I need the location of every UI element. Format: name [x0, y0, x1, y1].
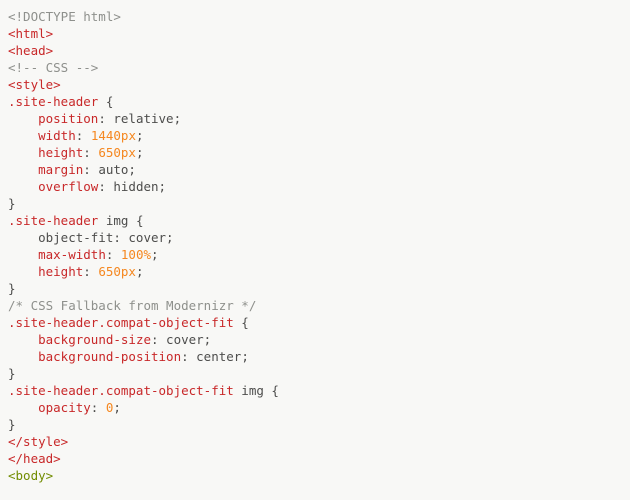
code-line: </style>: [8, 434, 68, 449]
code-line: <!-- CSS -->: [8, 60, 98, 75]
code-line: <style>: [8, 77, 61, 92]
code-token: .site-header.compat-object-fit: [8, 315, 234, 330]
code-token: </head>: [8, 451, 61, 466]
code-token: :: [83, 145, 98, 160]
code-token: <!DOCTYPE html>: [8, 9, 121, 24]
code-token: [8, 179, 38, 194]
code-token: [8, 162, 38, 177]
code-token: /* CSS Fallback from Modernizr */: [8, 298, 256, 313]
code-token: overflow: [38, 179, 98, 194]
code-line: object-fit: cover;: [8, 230, 174, 245]
code-token: img {: [98, 213, 143, 228]
code-token: .site-header: [8, 213, 98, 228]
code-token: [8, 400, 38, 415]
code-token: height: [38, 145, 83, 160]
code-token: img {: [234, 383, 279, 398]
code-line: }: [8, 417, 16, 432]
code-line: }: [8, 366, 16, 381]
code-token: [8, 128, 38, 143]
code-token: :: [91, 400, 106, 415]
code-line: .site-header img {: [8, 213, 143, 228]
code-token: height: [38, 264, 83, 279]
code-token: : relative;: [98, 111, 181, 126]
code-token: ;: [151, 247, 159, 262]
code-line: /* CSS Fallback from Modernizr */: [8, 298, 256, 313]
code-token: object-fit: cover;: [8, 230, 174, 245]
code-token: max-width: [38, 247, 106, 262]
code-token: :: [83, 264, 98, 279]
code-line: margin: auto;: [8, 162, 136, 177]
code-line: <head>: [8, 43, 53, 58]
code-token: background-position: [38, 349, 181, 364]
code-token: 650px: [98, 145, 136, 160]
code-line: </head>: [8, 451, 61, 466]
code-token: background-size: [38, 332, 151, 347]
code-line: height: 650px;: [8, 145, 144, 160]
code-line: background-size: cover;: [8, 332, 211, 347]
code-token: [8, 111, 38, 126]
code-line: max-width: 100%;: [8, 247, 159, 262]
code-token: width: [38, 128, 76, 143]
code-token: }: [8, 196, 16, 211]
code-token: opacity: [38, 400, 91, 415]
code-token: }: [8, 281, 16, 296]
code-line: height: 650px;: [8, 264, 144, 279]
code-line: <!DOCTYPE html>: [8, 9, 121, 24]
code-line: background-position: center;: [8, 349, 249, 364]
code-token: position: [38, 111, 98, 126]
code-token: : hidden;: [98, 179, 166, 194]
code-line: position: relative;: [8, 111, 181, 126]
code-token: : auto;: [83, 162, 136, 177]
code-token: {: [234, 315, 249, 330]
code-token: <head>: [8, 43, 53, 58]
code-token: </style>: [8, 434, 68, 449]
code-line: .site-header {: [8, 94, 113, 109]
code-token: 1440px: [91, 128, 136, 143]
code-line: }: [8, 196, 16, 211]
code-token: : cover;: [151, 332, 211, 347]
code-line: }: [8, 281, 16, 296]
code-token: 100%: [121, 247, 151, 262]
code-token: : center;: [181, 349, 249, 364]
code-token: ;: [136, 264, 144, 279]
code-token: [8, 349, 38, 364]
code-token: {: [98, 94, 113, 109]
code-token: .site-header.compat-object-fit: [8, 383, 234, 398]
code-token: .site-header: [8, 94, 98, 109]
code-token: [8, 247, 38, 262]
code-token: [8, 264, 38, 279]
code-line: <body>: [8, 468, 53, 483]
code-token: :: [106, 247, 121, 262]
code-token: ;: [136, 145, 144, 160]
code-token: <html>: [8, 26, 53, 41]
code-token: ;: [113, 400, 121, 415]
code-line: opacity: 0;: [8, 400, 121, 415]
code-token: ;: [136, 128, 144, 143]
code-line: <html>: [8, 26, 53, 41]
code-token: 650px: [98, 264, 136, 279]
code-line: .site-header.compat-object-fit {: [8, 315, 249, 330]
code-token: margin: [38, 162, 83, 177]
code-token: <style>: [8, 77, 61, 92]
code-token: <body>: [8, 468, 53, 483]
code-token: <!-- CSS -->: [8, 60, 98, 75]
code-token: :: [76, 128, 91, 143]
code-token: }: [8, 417, 16, 432]
code-token: }: [8, 366, 16, 381]
code-block: <!DOCTYPE html> <html> <head> <!-- CSS -…: [8, 8, 622, 484]
code-line: .site-header.compat-object-fit img {: [8, 383, 279, 398]
code-line: width: 1440px;: [8, 128, 144, 143]
code-line: overflow: hidden;: [8, 179, 166, 194]
code-token: [8, 332, 38, 347]
code-token: [8, 145, 38, 160]
